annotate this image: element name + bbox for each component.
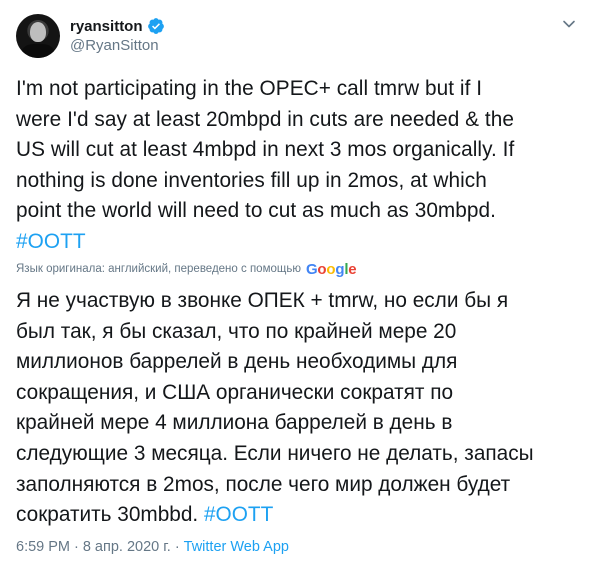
tweet-text: I'm not participating in the OPEC+ call …	[16, 74, 581, 258]
translated-hashtag-link[interactable]: #OOTT	[204, 503, 273, 526]
avatar[interactable]	[16, 14, 60, 58]
tweet-line: were I'd say at least 20mbpd in cuts are…	[16, 107, 514, 131]
tweet-header: ryansitton @RyanSitton	[16, 10, 165, 62]
author-display-name[interactable]: ryansitton	[70, 18, 143, 35]
tweet-line: nothing is done inventories fill up in 2…	[16, 168, 487, 192]
translated-line: сокращения, и США органически сократят п…	[16, 380, 454, 404]
meta-separator: ·	[74, 539, 79, 555]
google-logo: Google	[305, 260, 357, 278]
avatar-shirt	[22, 44, 54, 58]
translated-line: заполняются в 2mos, после чего мир долже…	[16, 472, 511, 496]
tweet-line: I'm not participating in the OPEC+ call …	[16, 77, 483, 100]
translated-line: был так, я бы сказал, что по крайней мер…	[16, 319, 457, 343]
chevron-down-icon[interactable]	[561, 16, 577, 32]
translated-line: крайней мере 4 миллиона баррелей в день …	[16, 411, 453, 435]
tweet-line: point the world will need to cut as much…	[16, 199, 496, 223]
translated-text: Я не участвую в звонке ОПЕК + tmrw, но е…	[16, 286, 581, 531]
author-handle[interactable]: @RyanSitton	[70, 36, 165, 56]
tweet-meta: 6:59 PM · 8 апр. 2020 г. · Twitter Web A…	[16, 539, 289, 555]
tweet-card: ryansitton @RyanSitton I'm not participa…	[0, 0, 593, 568]
translated-line: следующие 3 месяца. Если ничего не делат…	[16, 441, 534, 465]
tweet-date[interactable]: 8 апр. 2020 г.	[83, 539, 171, 555]
display-name-row: ryansitton	[70, 16, 165, 36]
hashtag-link[interactable]: #OOTT	[16, 230, 86, 253]
meta-separator: ·	[174, 539, 180, 555]
translation-note: Язык оригинала: английский, переведено с…	[16, 260, 357, 278]
tweet-time[interactable]: 6:59 PM	[16, 539, 70, 555]
translated-line: Я не участвую в звонке ОПЕК + tmrw, но е…	[16, 289, 509, 312]
translated-line: миллионов баррелей в день необходимы для	[16, 350, 458, 374]
translated-line: сократить 30mbbd.	[16, 503, 204, 527]
verified-badge-icon	[147, 18, 164, 34]
translation-note-text: Язык оригинала: английский, переведено с…	[16, 263, 301, 275]
tweet-line: US will cut at least 4mbpd in next 3 mos…	[16, 138, 515, 162]
author-names: ryansitton @RyanSitton	[70, 16, 165, 56]
avatar-face	[30, 22, 46, 42]
tweet-source-link[interactable]: Twitter Web App	[184, 539, 289, 555]
